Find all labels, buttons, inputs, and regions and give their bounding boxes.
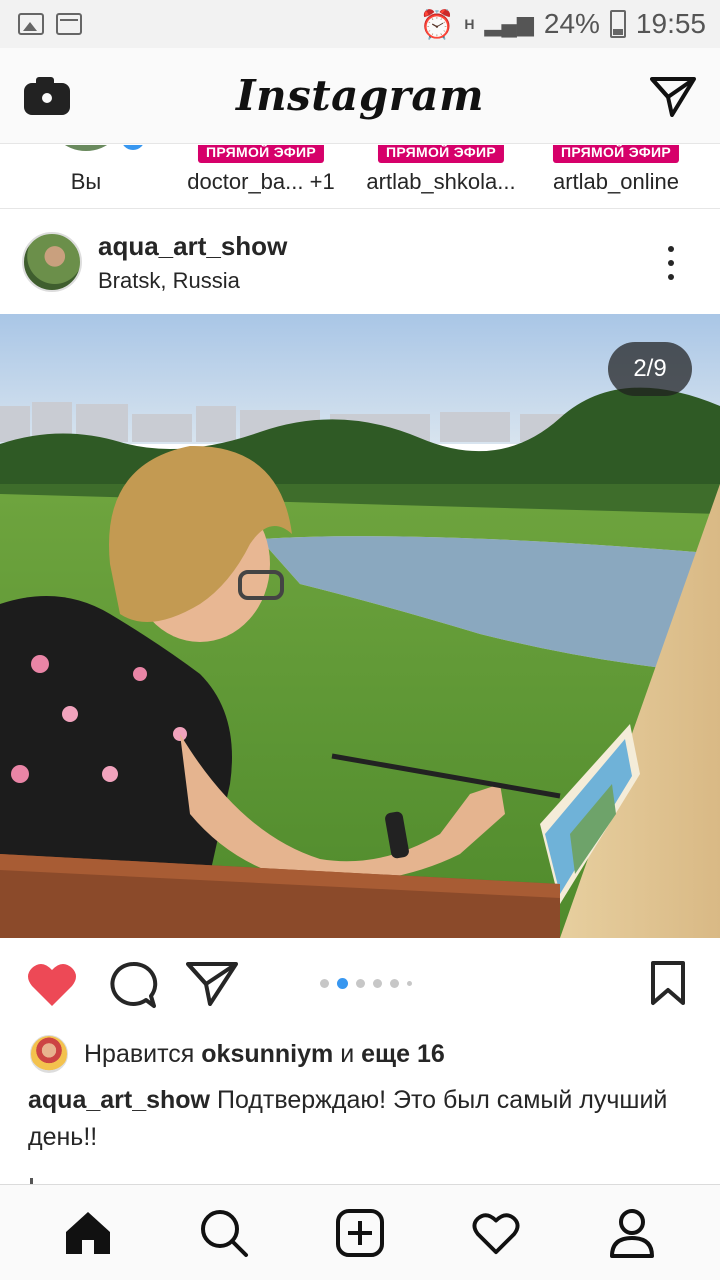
story-name: doctor_ba... +1	[187, 169, 335, 194]
carousel-counter: 2/9	[608, 342, 692, 396]
post-header: aqua_art_show Bratsk, Russia	[0, 210, 720, 314]
battery-percent: 24%	[543, 8, 600, 39]
direct-message-icon[interactable]	[650, 75, 696, 117]
profile-icon	[610, 1208, 654, 1258]
carousel-indicator	[320, 978, 412, 989]
heart-filled-icon[interactable]	[26, 960, 78, 1008]
story-name: Вы	[70, 169, 102, 194]
nav-profile[interactable]	[602, 1203, 662, 1263]
live-badge: ПРЯМОЙ ЭФИР	[552, 145, 680, 163]
instagram-logo: Instagram	[235, 71, 485, 120]
more-options-icon[interactable]	[668, 246, 676, 280]
gallery-notification-icon	[18, 13, 44, 35]
nav-search[interactable]	[194, 1203, 254, 1263]
likes-row[interactable]: Нравится oksunniym и еще 16	[30, 1032, 700, 1076]
activity-heart-icon	[472, 1212, 520, 1254]
nav-add-post[interactable]	[330, 1203, 390, 1263]
alarm-icon: ⏰	[419, 8, 455, 40]
story-artlab-shkola[interactable]: ПРЯМОЙ ЭФИР artlab_shkola...	[356, 145, 526, 208]
app-header: Instagram	[0, 48, 720, 144]
story-own[interactable]: Вы	[36, 145, 136, 208]
bookmark-icon[interactable]	[650, 960, 686, 1006]
liker-username[interactable]: oksunniym	[201, 1040, 333, 1069]
share-icon[interactable]	[186, 960, 238, 1006]
post-author-avatar[interactable]	[22, 232, 82, 292]
story-name: artlab_online	[553, 169, 679, 194]
stories-tray: Вы ПРЯМОЙ ЭФИР doctor_ba... +1 ПРЯМОЙ ЭФ…	[0, 145, 720, 209]
bottom-navigation	[0, 1184, 720, 1280]
post-photo[interactable]: 2/9	[0, 314, 720, 938]
likes-joiner: и	[340, 1039, 355, 1068]
likes-prefix: Нравится	[84, 1039, 195, 1068]
post-username[interactable]: aqua_art_show	[98, 231, 287, 262]
home-icon	[66, 1211, 110, 1254]
carousel-dot-active	[337, 978, 348, 989]
signal-icon: ▂▄▆	[484, 11, 534, 36]
carousel-dot	[407, 981, 412, 986]
battery-icon	[609, 10, 626, 38]
post-location[interactable]: Bratsk, Russia	[98, 268, 287, 294]
likes-others[interactable]: еще 16	[361, 1040, 445, 1069]
story-doctor[interactable]: ПРЯМОЙ ЭФИР doctor_ba... +1	[176, 145, 346, 208]
nav-activity[interactable]	[466, 1203, 526, 1263]
carousel-dot	[356, 979, 365, 988]
post-actions	[0, 938, 720, 1032]
camera-icon[interactable]	[24, 76, 70, 115]
network-type: H	[464, 16, 475, 32]
liker-avatar	[30, 1035, 68, 1073]
carousel-dot	[320, 979, 329, 988]
carousel-dot	[373, 979, 382, 988]
comment-icon[interactable]	[108, 960, 158, 1010]
caption-username[interactable]: aqua_art_show	[28, 1086, 210, 1114]
calendar-notification-icon	[56, 13, 82, 35]
add-post-icon	[336, 1208, 384, 1257]
post-caption: aqua_art_show Подтверждаю! Это был самый…	[28, 1082, 698, 1156]
story-artlab-online[interactable]: ПРЯМОЙ ЭФИР artlab_online	[536, 145, 696, 208]
nav-home[interactable]	[58, 1203, 118, 1263]
carousel-dot	[390, 979, 399, 988]
status-bar: ⏰ H ▂▄▆ 24% 19:55	[0, 0, 720, 48]
clock: 19:55	[635, 8, 706, 39]
live-badge: ПРЯМОЙ ЭФИР	[377, 145, 505, 163]
story-name: artlab_shkola...	[366, 169, 516, 194]
live-badge: ПРЯМОЙ ЭФИР	[197, 145, 325, 163]
search-icon	[201, 1209, 248, 1257]
own-story-avatar	[46, 145, 126, 151]
painting-outdoors-photo	[0, 314, 720, 938]
